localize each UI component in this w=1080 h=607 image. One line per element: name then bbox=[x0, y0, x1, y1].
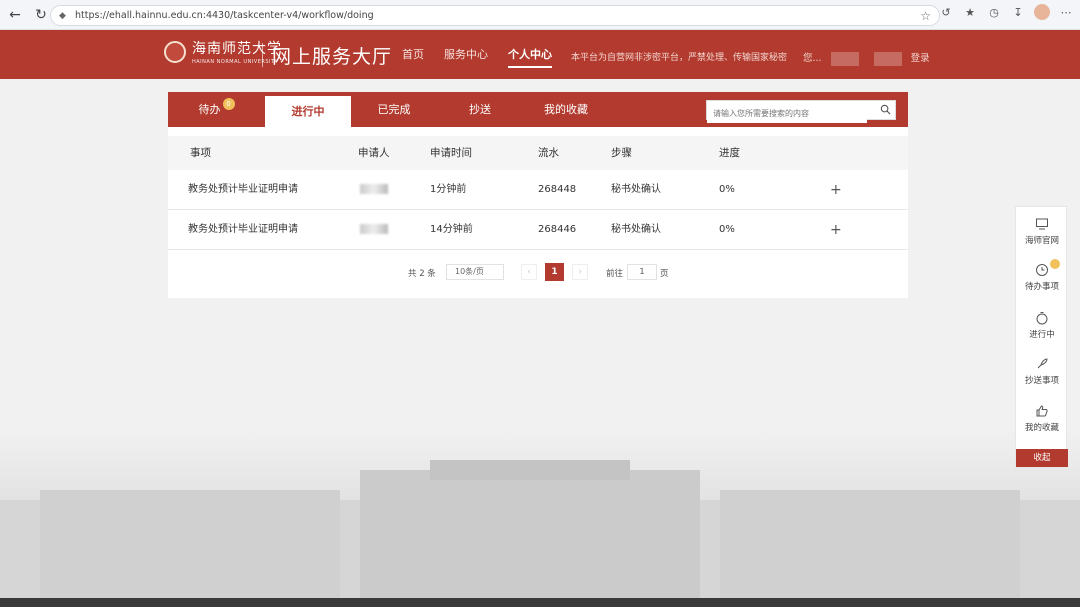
tab-favorites[interactable]: 我的收藏 bbox=[523, 92, 609, 127]
tab-todo-label: 待办 bbox=[198, 103, 221, 116]
building-left-wing bbox=[40, 490, 340, 600]
row-step: 秘书处确认 bbox=[611, 184, 661, 195]
side-item-label: 进行中 bbox=[1029, 330, 1055, 340]
floating-sidebar: 海师官网 待办事项 进行中 抄送事项 我的收藏 收起 bbox=[1015, 206, 1068, 468]
nav-home[interactable]: 首页 bbox=[392, 30, 434, 79]
side-item-favorites[interactable]: 我的收藏 bbox=[1016, 404, 1068, 433]
site-header: 海南师范大学 HAINAN NORMAL UNIVERSITY 网上服务大厅 首… bbox=[0, 30, 1080, 79]
row-applicant-redacted bbox=[360, 170, 388, 210]
current-page[interactable]: 1 bbox=[545, 263, 564, 281]
address-bar[interactable]: ◆ https://ehall.hainnu.edu.cn:4430/taskc… bbox=[50, 5, 940, 26]
university-logo[interactable]: 海南师范大学 HAINAN NORMAL UNIVERSITY bbox=[164, 38, 282, 65]
row-time: 1分钟前 bbox=[430, 184, 467, 195]
expand-icon[interactable]: + bbox=[830, 170, 842, 210]
more-icon[interactable]: ⋯ bbox=[1058, 4, 1074, 20]
tab-in-progress[interactable]: 进行中 bbox=[265, 96, 351, 127]
reload-icon[interactable]: ↻ bbox=[30, 4, 52, 26]
security-notice: 本平台为自营网非涉密平台，严禁处理、传输国家秘密 bbox=[571, 53, 788, 63]
star-icon[interactable]: ☆ bbox=[920, 9, 931, 23]
building-roof bbox=[430, 460, 630, 480]
tab-cc[interactable]: 抄送 bbox=[437, 92, 523, 127]
nav-service-center[interactable]: 服务中心 bbox=[434, 30, 498, 79]
nav-personal-center[interactable]: 个人中心 bbox=[498, 30, 562, 79]
clock-icon bbox=[1036, 264, 1048, 276]
row-item[interactable]: 教务处预计毕业证明申请 bbox=[188, 210, 298, 250]
profile-avatar[interactable] bbox=[1034, 4, 1050, 20]
campus-background bbox=[0, 430, 1080, 600]
timer-icon bbox=[1036, 312, 1048, 325]
site-title: 网上服务大厅 bbox=[272, 46, 393, 68]
header-step: 步骤 bbox=[611, 147, 632, 159]
building-right-wing bbox=[720, 490, 1020, 600]
seal-icon bbox=[164, 40, 186, 63]
url-text: https://ehall.hainnu.edu.cn:4430/taskcen… bbox=[75, 10, 374, 21]
task-tabs: 待办 0 进行中 已完成 抄送 我的收藏 bbox=[168, 92, 908, 127]
download-icon[interactable]: ↧ bbox=[1010, 4, 1026, 20]
pagination: 共 2 条 10条/页 ‹ 1 › 前往 1 页 bbox=[168, 262, 908, 284]
collapse-button[interactable]: 收起 bbox=[1016, 449, 1068, 467]
bottom-strip bbox=[0, 598, 1080, 607]
side-item-in-progress[interactable]: 进行中 bbox=[1016, 311, 1068, 340]
header-divider bbox=[262, 43, 263, 67]
row-serial: 268446 bbox=[538, 224, 577, 235]
header-applicant: 申请人 bbox=[358, 147, 390, 159]
building-center bbox=[360, 470, 700, 600]
top-nav: 首页 服务中心 个人中心 bbox=[392, 30, 562, 79]
task-panel: 待办0 进行中 已完成 抄送 我的收藏 事项 申请人 申请时间 流水 步骤 进度… bbox=[168, 92, 908, 298]
user-area: 您... 登录 bbox=[803, 50, 930, 66]
user-greeting: 您... bbox=[803, 53, 822, 64]
expand-icon[interactable]: + bbox=[830, 210, 842, 250]
header-item: 事项 bbox=[190, 147, 211, 159]
row-applicant-redacted bbox=[360, 210, 388, 250]
history-icon[interactable]: ◷ bbox=[986, 4, 1002, 20]
table-row[interactable]: 教务处预计毕业证明申请 1分钟前 268448 秘书处确认 0% + bbox=[168, 170, 908, 210]
tab-todo[interactable]: 待办 0 bbox=[168, 92, 265, 127]
side-item-label: 海师官网 bbox=[1024, 236, 1059, 246]
goto-label: 前往 bbox=[606, 269, 624, 279]
monitor-icon bbox=[1036, 218, 1048, 230]
prev-page-icon[interactable]: ‹ bbox=[521, 264, 537, 280]
table-row[interactable]: 教务处预计毕业证明申请 14分钟前 268446 秘书处确认 0% + bbox=[168, 210, 908, 250]
next-page-icon[interactable]: › bbox=[572, 264, 588, 280]
side-item-cc[interactable]: 抄送事项 bbox=[1016, 357, 1068, 386]
side-item-official-site[interactable]: 海师官网 bbox=[1016, 217, 1068, 246]
rocket-icon bbox=[1037, 358, 1048, 369]
logo-cn: 海南师范大学 bbox=[192, 41, 282, 57]
header-apply-time: 申请时间 bbox=[430, 147, 472, 159]
back-icon[interactable]: ← bbox=[4, 4, 26, 26]
table-header: 事项 申请人 申请时间 流水 步骤 进度 bbox=[168, 136, 908, 170]
logo-en: HAINAN NORMAL UNIVERSITY bbox=[192, 59, 279, 65]
thumbs-up-icon bbox=[1036, 405, 1048, 417]
lock-icon: ◆ bbox=[59, 10, 66, 21]
row-serial: 268448 bbox=[538, 184, 577, 195]
user-name-redacted bbox=[830, 51, 859, 66]
row-item[interactable]: 教务处预计毕业证明申请 bbox=[188, 170, 298, 210]
todo-badge: 0 bbox=[222, 98, 235, 110]
user-id-redacted bbox=[873, 51, 902, 66]
goto-page-input[interactable]: 1 bbox=[627, 264, 657, 280]
browser-toolbar: ← ↻ ◆ https://ehall.hainnu.edu.cn:4430/t… bbox=[0, 0, 1080, 30]
header-serial: 流水 bbox=[538, 147, 559, 159]
page-size-select[interactable]: 10条/页 bbox=[446, 264, 504, 280]
side-item-todo[interactable]: 待办事项 bbox=[1016, 259, 1068, 292]
logout-link[interactable]: 登录 bbox=[911, 53, 930, 64]
pager-total: 共 2 条 bbox=[408, 269, 436, 279]
search-icon[interactable] bbox=[880, 104, 891, 115]
tab-completed[interactable]: 已完成 bbox=[351, 92, 437, 127]
row-progress: 0% bbox=[719, 224, 735, 235]
goto-suffix: 页 bbox=[660, 269, 669, 279]
search-box bbox=[706, 100, 896, 123]
browser-actions: ↺ ★ ◷ ↧ ⋯ bbox=[938, 4, 1074, 20]
search-input[interactable] bbox=[707, 104, 867, 123]
side-item-label: 待办事项 bbox=[1024, 282, 1059, 292]
favorites-icon[interactable]: ★ bbox=[962, 4, 978, 20]
refresh-icon[interactable]: ↺ bbox=[938, 4, 954, 20]
todo-badge-dot bbox=[1050, 259, 1060, 269]
side-item-label: 抄送事项 bbox=[1024, 376, 1059, 386]
row-progress: 0% bbox=[719, 184, 735, 195]
row-step: 秘书处确认 bbox=[611, 224, 661, 235]
header-progress: 进度 bbox=[719, 147, 740, 159]
side-item-label: 我的收藏 bbox=[1024, 423, 1059, 433]
row-time: 14分钟前 bbox=[430, 224, 473, 235]
